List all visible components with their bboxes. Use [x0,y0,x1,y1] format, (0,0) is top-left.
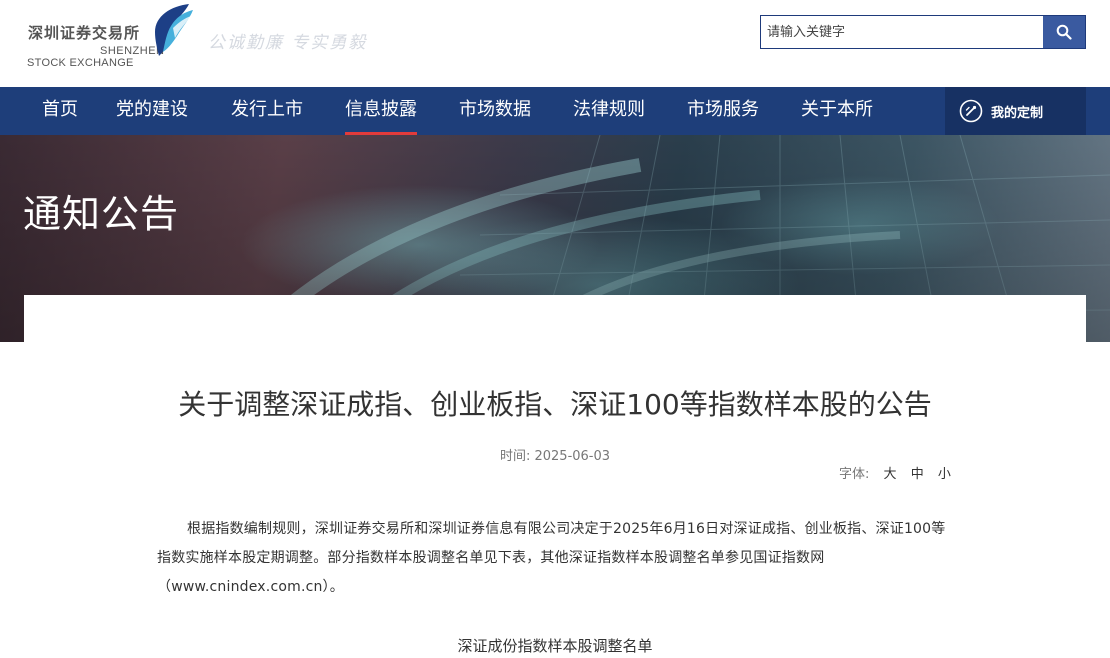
main-nav: 首页 党的建设 发行上市 信息披露 市场数据 法律规则 市场服务 关于本所 我的… [0,87,1110,135]
font-size-label: 字体: [839,467,870,482]
my-custom-button[interactable]: 我的定制 [945,87,1086,135]
nav-item-home[interactable]: 首页 [42,87,78,135]
nav-item-disclosure[interactable]: 信息披露 [345,87,417,135]
logo-mark-icon [155,4,193,56]
article-meta: 时间: 2025-06-03 [24,445,1086,464]
nav-item-party-building[interactable]: 党的建设 [116,87,188,135]
table-caption: 深证成份指数样本股调整名单 [457,637,653,655]
font-size-small[interactable]: 小 [938,467,951,482]
nav-item-rules[interactable]: 法律规则 [573,87,645,135]
szse-logo[interactable]: 深圳证券交易所 SHENZHEN STOCK EXCHANGE [26,2,196,72]
customize-icon [959,99,983,123]
nav-item-listing[interactable]: 发行上市 [231,87,303,135]
banner-title: 通知公告 [23,192,180,236]
nav-item-about[interactable]: 关于本所 [801,87,873,135]
nav-item-services[interactable]: 市场服务 [687,87,759,135]
nav-item-market-data[interactable]: 市场数据 [459,87,531,135]
search-icon [1056,24,1072,40]
logo-english-line2: STOCK EXCHANGE [27,57,134,69]
my-custom-label: 我的定制 [991,105,1044,121]
search-box [760,15,1086,49]
search-button[interactable] [1043,16,1085,48]
article-title: 关于调整深证成指、创业板指、深证100等指数样本股的公告 [178,388,932,421]
article-card: 关于调整深证成指、创业板指、深证100等指数样本股的公告 时间: 2025-06… [24,295,1086,658]
search-input[interactable] [761,16,1043,48]
font-size-large[interactable]: 大 [884,467,897,482]
font-size-medium[interactable]: 中 [911,467,924,482]
publish-date: 2025-06-03 [534,449,611,464]
time-label: 时间: [499,449,531,464]
slogan: 公诚勤廉 专实勇毅 [208,33,368,53]
font-size-switcher: 字体: 大 中 小 [839,463,951,482]
article-body: 根据指数编制规则，深圳证券交易所和深圳证券信息有限公司决定于2025年6月16日… [157,521,946,595]
site-header: 深圳证券交易所 SHENZHEN STOCK EXCHANGE 公诚勤廉 专实勇… [0,0,1110,87]
logo-chinese-name: 深圳证券交易所 [28,24,141,42]
